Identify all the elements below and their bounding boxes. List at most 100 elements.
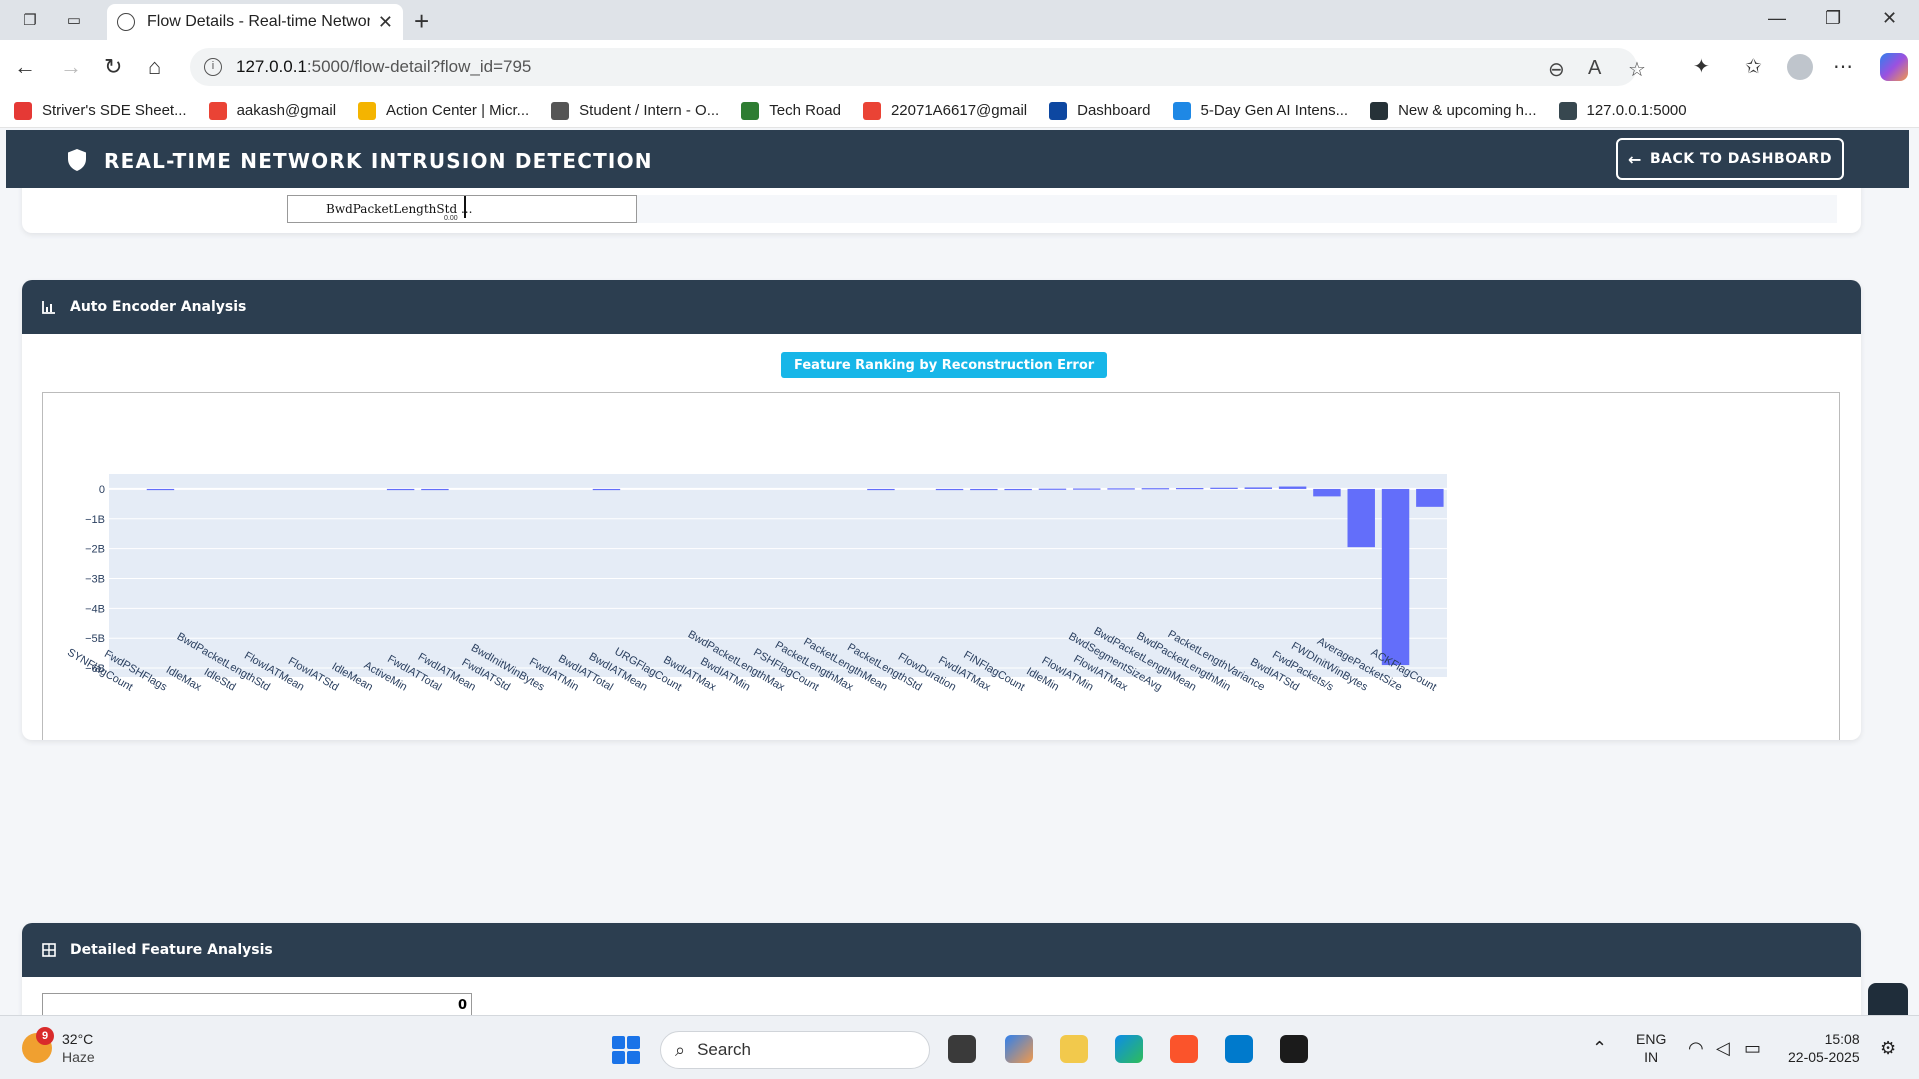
vscode-icon[interactable] (1225, 1035, 1253, 1063)
chart-icon (42, 301, 55, 314)
forward-icon[interactable]: → (60, 54, 82, 80)
copilot-icon[interactable] (1880, 53, 1908, 81)
chart-container[interactable]: 0 −1B −2B −3B −4B −5B −6B SYNFlagCount FwdPSHFla… (42, 392, 1840, 740)
bookmark-item[interactable]: 127.0.0.1:5000 (1558, 101, 1687, 120)
favorite-star-icon[interactable]: ☆ (1628, 57, 1646, 82)
bar (146, 488, 175, 491)
bookmark-item[interactable]: New & upcoming h... (1370, 101, 1537, 120)
task-view-icon[interactable] (948, 1035, 976, 1063)
language-indicator[interactable]: ENG IN (1636, 1030, 1666, 1066)
bar (592, 488, 621, 491)
detailed-card-header: Detailed Feature Analysis (22, 923, 1861, 977)
bookmark-item[interactable]: Striver's SDE Sheet... (14, 101, 187, 120)
notifications-icon[interactable]: ⚙ (1880, 1038, 1896, 1059)
bookmark-icon (1049, 101, 1068, 120)
reconstruction-error-chart: 0−1B−2B−3B−4B−5B−6BSYNFlagCountFwdPSHFla… (65, 474, 1447, 694)
feature-table-fragment: BwdPacketLengthStd ... 0.00 (287, 195, 637, 223)
bookmark-item[interactable]: Student / Intern - O... (551, 101, 720, 120)
favorites-icon[interactable]: ✩ (1745, 54, 1762, 79)
bookmark-item[interactable]: aakash@gmail (208, 101, 336, 120)
minimize-icon[interactable]: — (1768, 8, 1786, 29)
bookmark-label: New & upcoming h... (1398, 102, 1537, 119)
copilot-app-icon[interactable] (1005, 1035, 1033, 1063)
bar (386, 488, 415, 491)
site-info-icon[interactable]: i (204, 58, 222, 76)
bar (1210, 487, 1238, 489)
weather-condition: Haze (62, 1049, 95, 1065)
notification-badge: 9 (36, 1027, 54, 1045)
edge-icon[interactable] (1115, 1035, 1143, 1063)
home-icon[interactable]: ⌂ (148, 54, 161, 80)
file-explorer-icon[interactable] (1060, 1035, 1088, 1063)
bookmark-icon (741, 101, 760, 120)
app-viewport: BwdPacketLengthStd ... 0.00 REAL-TIME NE… (0, 128, 1919, 1015)
bar (867, 488, 895, 491)
zoom-icon[interactable]: ⊖ (1548, 57, 1565, 82)
back-to-dashboard-button[interactable]: ← BACK TO DASHBOARD (1616, 138, 1844, 180)
bookmark-label: Action Center | Micr... (386, 102, 530, 119)
bookmark-label: 5-Day Gen AI Intens... (1200, 102, 1349, 119)
bookmark-item[interactable]: Action Center | Micr... (358, 101, 530, 120)
extensions-icon[interactable]: ✦ (1693, 54, 1710, 79)
tab-actions-icon[interactable]: ▭ (62, 8, 86, 32)
weather-widget[interactable]: 9 32°C Haze (22, 1027, 95, 1066)
table-cell-value: 0 (457, 998, 467, 1013)
bookmark-icon (14, 101, 32, 120)
bookmark-icon (1558, 101, 1577, 120)
bar (1004, 488, 1032, 491)
restore-icon[interactable]: ❐ (1825, 8, 1841, 29)
chevron-up-icon[interactable]: ⌃ (1592, 1038, 1607, 1059)
bookmark-label: Student / Intern - O... (579, 102, 720, 119)
windows-taskbar: 9 32°C Haze ⌕ Search ⌃ ENG IN ◠ ◁ ▭ 15:08… (0, 1015, 1919, 1079)
bookmarks-bar: Striver's SDE Sheet... aakash@gmail Action… (0, 94, 1919, 128)
bookmark-label: Dashboard (1077, 102, 1151, 119)
search-label: Search (697, 1040, 751, 1059)
arrow-left-icon: ← (1628, 149, 1642, 169)
bookmark-label: 127.0.0.1:5000 (1586, 102, 1687, 119)
volume-icon[interactable]: ◁ (1716, 1038, 1730, 1059)
y-tick-label: −1B (85, 514, 105, 526)
workspaces-icon[interactable]: ❐ (18, 8, 42, 32)
y-tick-label: −2B (85, 544, 105, 556)
table-cell: BwdPacketLengthStd ... (326, 202, 473, 216)
bookmark-icon (208, 101, 227, 120)
app-icon[interactable] (1280, 1035, 1308, 1063)
detailed-title: Detailed Feature Analysis (70, 942, 273, 958)
brave-icon[interactable] (1170, 1035, 1198, 1063)
url-text: 127.0.0.1:5000/flow-detail?flow_id=795 (236, 57, 532, 76)
bookmark-label: Tech Road (769, 102, 841, 119)
table-icon (42, 943, 56, 957)
autoencoder-card-header: Auto Encoder Analysis (22, 280, 1861, 334)
bookmark-icon (862, 101, 881, 120)
new-tab-icon[interactable]: + (414, 6, 429, 37)
detailed-table: 0 (42, 993, 472, 1015)
bookmark-item[interactable]: Tech Road (741, 101, 841, 120)
start-icon[interactable] (612, 1036, 640, 1064)
bookmark-item[interactable]: 22071A6617@gmail (862, 101, 1027, 120)
detailed-feature-card: Detailed Feature Analysis 0 (22, 923, 1861, 1015)
weather-icon: 9 (22, 1027, 54, 1063)
floating-assistant-button[interactable] (1868, 983, 1908, 1015)
reload-icon[interactable]: ↻ (104, 54, 122, 80)
bookmark-item[interactable]: Dashboard (1049, 101, 1151, 120)
taskbar-search[interactable]: ⌕ Search (660, 1031, 930, 1069)
back-icon[interactable]: ← (14, 54, 36, 80)
battery-icon[interactable]: ▭ (1744, 1038, 1761, 1059)
bar (1244, 487, 1273, 489)
clock[interactable]: 15:08 22-05-2025 (1788, 1030, 1860, 1066)
profile-avatar[interactable] (1787, 54, 1813, 80)
close-tab-icon[interactable]: ✕ (378, 12, 393, 33)
address-bar[interactable]: i 127.0.0.1:5000/flow-detail?flow_id=795… (190, 48, 1646, 86)
app-title: REAL-TIME NETWORK INTRUSION DETECTION (104, 149, 653, 173)
y-tick-label: −3B (85, 573, 105, 585)
more-menu-icon[interactable]: ⋯ (1833, 54, 1853, 79)
browser-tab-active[interactable]: Flow Details - Real-time Network ✕ (107, 4, 403, 40)
bookmark-icon (358, 101, 377, 120)
wifi-icon[interactable]: ◠ (1688, 1038, 1704, 1059)
bar (1381, 488, 1410, 666)
close-window-icon[interactable]: ✕ (1882, 8, 1897, 29)
bar (1347, 488, 1375, 548)
autoencoder-title: Auto Encoder Analysis (70, 299, 247, 315)
bookmark-item[interactable]: 5-Day Gen AI Intens... (1172, 101, 1349, 120)
read-aloud-icon[interactable]: A (1588, 57, 1601, 80)
